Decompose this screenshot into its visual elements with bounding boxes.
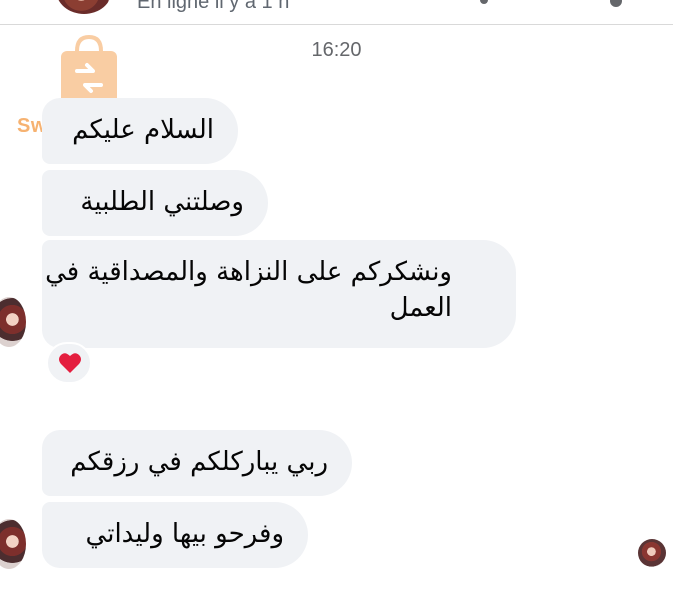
chat-header: En ligne il y a 1 h (0, 0, 673, 25)
message-bubble[interactable]: وفرحو بيها وليداتي (42, 502, 308, 568)
message-bubble[interactable]: ربي يباركلكم في رزقكم (42, 430, 352, 496)
contact-status: En ligne il y a 1 h (137, 0, 290, 13)
message-bubble[interactable]: ونشكركم على النزاهة والمصداقية في العمل (42, 240, 516, 348)
info-icon[interactable] (610, 0, 622, 7)
message-bubble[interactable]: وصلتني الطلبية (42, 170, 268, 236)
heart-icon (59, 353, 81, 373)
sender-avatar[interactable] (0, 519, 26, 569)
seen-avatar (638, 539, 666, 567)
message-bubble[interactable]: السلام عليكم (42, 98, 238, 164)
sender-avatar[interactable] (0, 297, 26, 347)
call-icon[interactable] (480, 0, 488, 4)
contact-avatar[interactable] (56, 0, 112, 14)
message-reaction[interactable] (46, 342, 92, 384)
